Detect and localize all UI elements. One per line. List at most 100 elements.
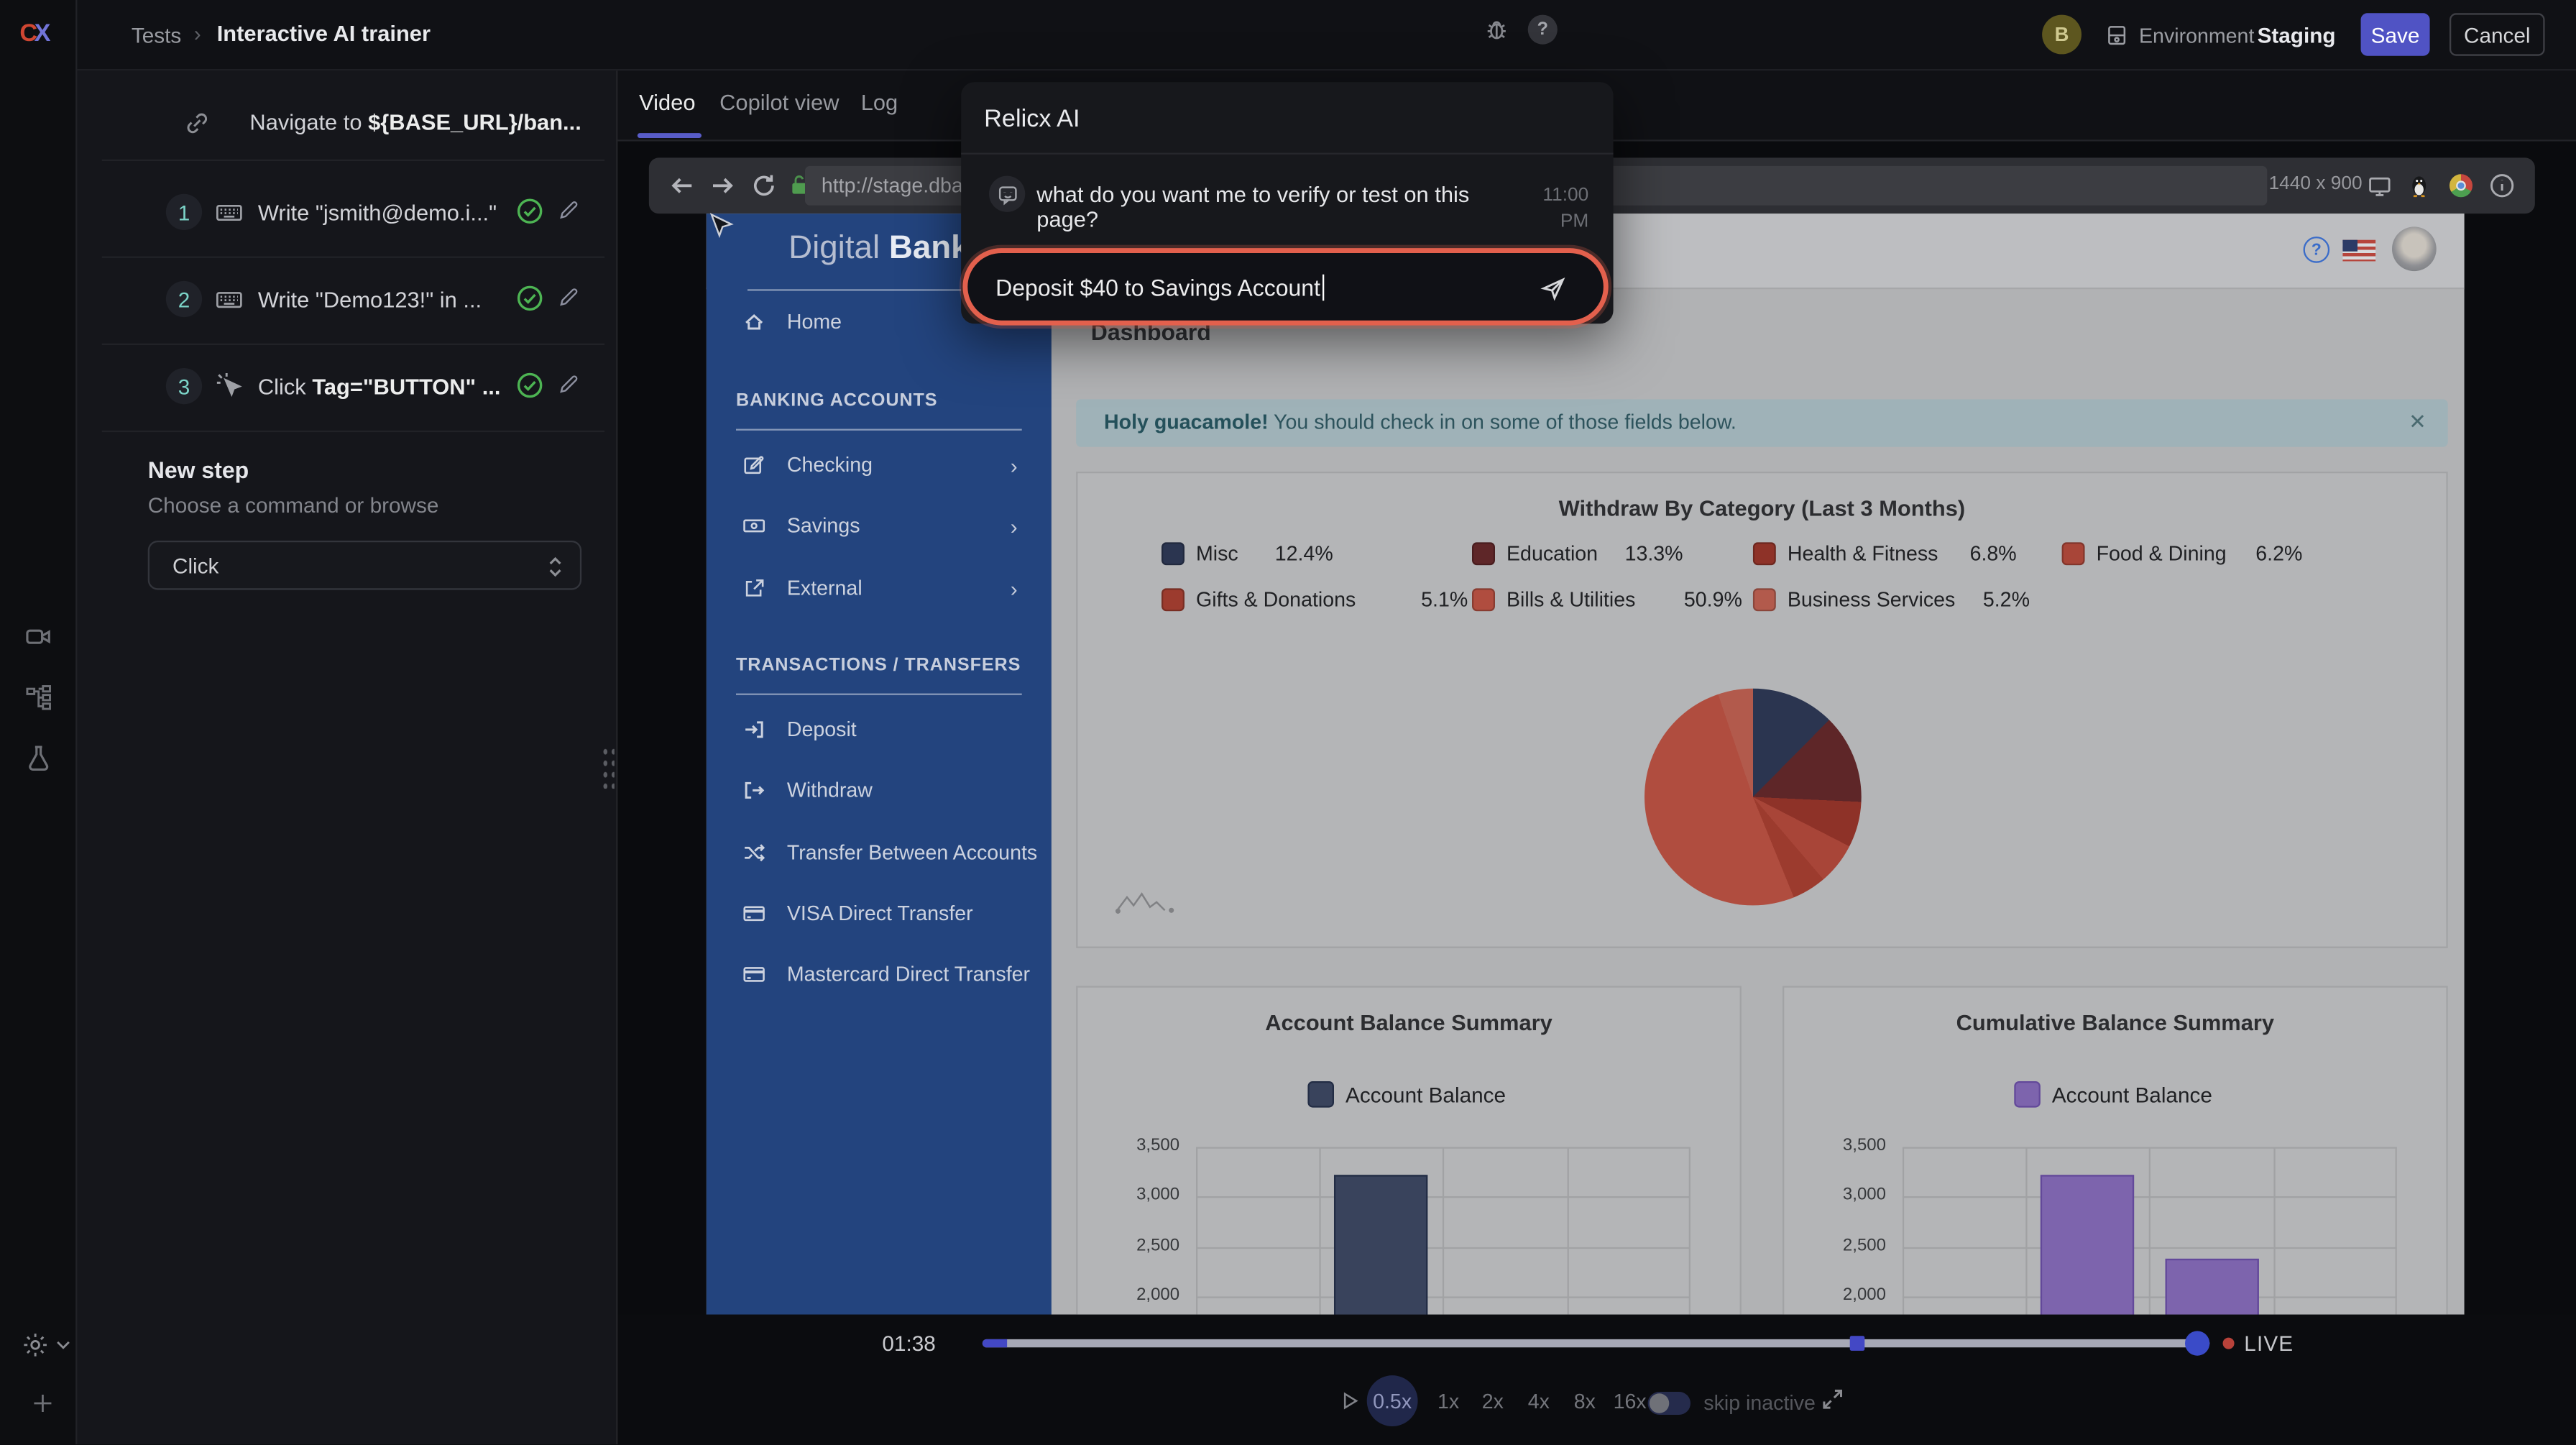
speed-16x[interactable]: 16x (1614, 1390, 1647, 1413)
bank-nav-mastercard-transfer[interactable]: Mastercard Direct Transfer (742, 963, 1030, 986)
y-axis-tick: 2,000 (1784, 1285, 1886, 1304)
legend-pct: 12.4% (1275, 542, 1333, 565)
account-balance-card: Account Balance Summary Account Balance … (1076, 986, 1742, 1314)
tab-log[interactable]: Log (861, 91, 898, 115)
keyboard-icon (215, 199, 243, 227)
legend-label: Gifts & Donations (1196, 588, 1356, 611)
browser-refresh-icon[interactable] (751, 173, 778, 199)
legend-label: Bills & Utilities (1506, 588, 1635, 611)
step-row-2[interactable]: 2 Write "Demo123!" in ... (75, 261, 616, 338)
skip-inactive-label: skip inactive (1703, 1392, 1816, 1415)
send-icon[interactable] (1540, 275, 1568, 303)
add-icon[interactable] (31, 1392, 54, 1415)
bank-help-icon[interactable]: ? (2304, 237, 2330, 263)
edit-pencil-icon[interactable] (557, 286, 580, 309)
bar-chart-plot (1903, 1147, 2397, 1314)
dialog-title: Relicx AI (984, 105, 1080, 133)
bank-nav-withdraw[interactable]: Withdraw (742, 779, 873, 802)
cursor-click-icon (215, 372, 243, 400)
browser-forward-icon[interactable] (709, 173, 736, 199)
cumulative-balance-card: Cumulative Balance Summary Account Balan… (1782, 986, 2448, 1314)
bot-chat-icon (989, 176, 1025, 212)
bank-nav-visa-transfer[interactable]: VISA Direct Transfer (742, 902, 973, 925)
speed-1x[interactable]: 1x (1438, 1390, 1459, 1413)
shuffle-icon (742, 841, 765, 864)
y-axis-tick: 2,500 (1784, 1236, 1886, 1255)
timeline-track[interactable] (983, 1339, 2209, 1347)
info-icon[interactable] (2489, 173, 2516, 199)
step-row-1[interactable]: 1 Write "jsmith@demo.i..." (75, 174, 616, 251)
save-button[interactable]: Save (2361, 13, 2430, 55)
sitemap-icon[interactable] (24, 684, 52, 712)
assistant-input[interactable]: Deposit $40 to Savings Account (962, 248, 1608, 325)
edit-pencil-icon[interactable] (557, 199, 580, 222)
bank-nav-checking[interactable]: Checking (742, 454, 873, 477)
help-icon[interactable]: ? (1528, 15, 1558, 45)
sign-in-icon (742, 718, 765, 741)
speed-2x[interactable]: 2x (1482, 1390, 1504, 1413)
bank-nav-home[interactable]: Home (742, 311, 842, 334)
y-axis-tick: 2,500 (1077, 1236, 1179, 1255)
legend-pct: 13.3% (1625, 542, 1683, 565)
fullscreen-expand-icon[interactable] (1821, 1387, 1845, 1411)
y-axis-tick: 3,000 (1784, 1185, 1886, 1204)
legend-label: Health & Fitness (1788, 542, 1938, 565)
timeline-playhead[interactable] (2185, 1331, 2209, 1355)
bank-user-avatar[interactable] (2392, 226, 2437, 271)
bank-nav-external[interactable]: External (742, 577, 862, 600)
breadcrumb-current: Interactive AI trainer (217, 22, 431, 46)
monitor-icon[interactable] (2368, 174, 2392, 198)
browser-back-icon[interactable] (668, 173, 695, 199)
play-icon[interactable] (1339, 1390, 1361, 1412)
legend-label: Business Services (1788, 588, 1955, 611)
environment-value[interactable]: Staging (2258, 23, 2336, 47)
step-navigate-row[interactable]: Navigate to ${BASE_URL}/ban... (75, 79, 616, 158)
bank-nav-savings[interactable]: Savings (742, 514, 860, 537)
breadcrumb-tests[interactable]: Tests (132, 23, 181, 47)
edit-pencil-icon[interactable] (557, 373, 580, 396)
live-label[interactable]: LIVE (2244, 1331, 2294, 1355)
flask-icon[interactable] (24, 744, 52, 772)
external-link-icon (742, 577, 765, 600)
legend-swatch (1472, 588, 1495, 611)
check-circle-icon (516, 372, 544, 400)
speed-4x[interactable]: 4x (1528, 1390, 1550, 1413)
user-avatar[interactable]: B (2042, 15, 2082, 55)
withdraw-category-card: Withdraw By Category (Last 3 Months) Mis… (1076, 472, 2448, 948)
legend-label: Account Balance (1346, 1083, 1506, 1107)
cancel-button[interactable]: Cancel (2450, 13, 2545, 55)
app-window: CX Tests › Interactive AI trainer ? B En… (0, 0, 2576, 1444)
bank-nav-transfer[interactable]: Transfer Between Accounts (742, 841, 1037, 864)
legend-label: Food & Dining (2097, 542, 2227, 565)
panel-drag-handle[interactable] (602, 746, 615, 789)
credit-card-icon (742, 963, 765, 986)
tab-video[interactable]: Video (639, 91, 695, 115)
bug-icon[interactable] (1484, 17, 1510, 43)
pencil-square-icon (742, 454, 765, 477)
skip-inactive-toggle[interactable] (1648, 1392, 1690, 1415)
bank-nav-deposit[interactable]: Deposit (742, 718, 857, 741)
new-step-title: New step (148, 457, 249, 483)
pie-chart-title: Withdraw By Category (Last 3 Months) (1077, 496, 2446, 520)
bank-section-transactions: TRANSACTIONS / TRANSFERS (736, 656, 1021, 675)
speed-8x[interactable]: 8x (1574, 1390, 1596, 1413)
home-icon (742, 311, 765, 334)
legend-label: Account Balance (2052, 1083, 2212, 1107)
us-flag-icon[interactable] (2342, 240, 2375, 262)
settings-gear-icon[interactable] (22, 1331, 50, 1359)
speed-0.5x[interactable]: 0.5x (1367, 1375, 1418, 1426)
command-select[interactable]: Click (148, 541, 581, 590)
timeline-event-marker[interactable] (1850, 1336, 1865, 1351)
step-row-3[interactable]: 3 Click Tag="BUTTON" ... (75, 349, 616, 426)
app-logo[interactable]: CX (19, 19, 47, 47)
replay-player-bar: 01:38 LIVE 0.5x 1x 2x 4x 8x 16x skip ina… (616, 1315, 2576, 1445)
bar-account-balance (2166, 1259, 2259, 1315)
step-label: Click Tag="BUTTON" ... (258, 375, 501, 399)
video-camera-icon[interactable] (24, 623, 52, 651)
tab-copilot-view[interactable]: Copilot view (719, 91, 839, 115)
chevron-down-icon[interactable] (54, 1336, 72, 1354)
alert-close-icon[interactable]: ✕ (2409, 409, 2426, 436)
pie-chart (1644, 689, 1862, 906)
keyboard-icon (215, 286, 243, 314)
legend-pct: 5.2% (1983, 588, 2030, 611)
